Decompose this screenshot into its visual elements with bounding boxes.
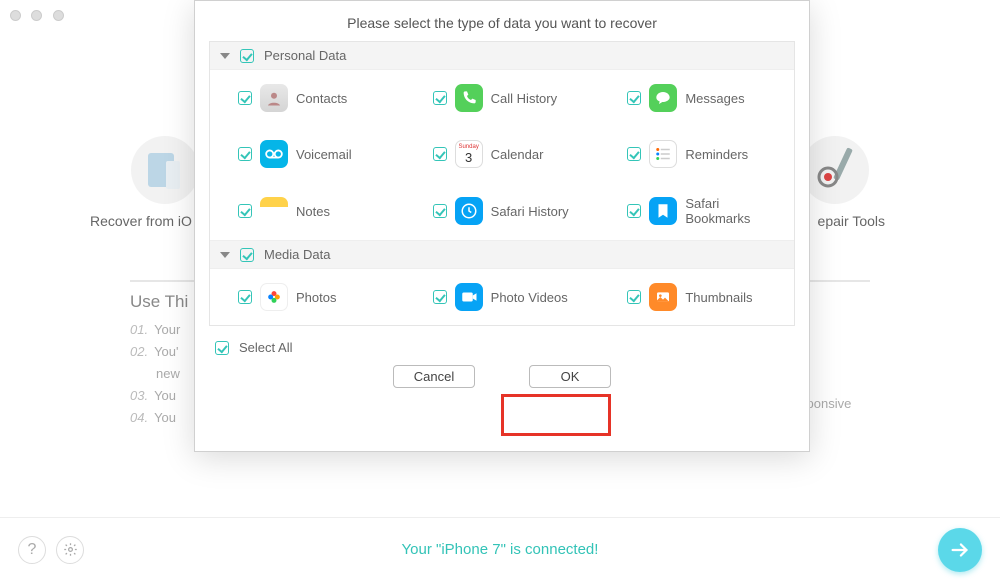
- messages-icon: [649, 84, 677, 112]
- contacts-icon: [260, 84, 288, 112]
- caret-down-icon[interactable]: [220, 252, 230, 258]
- photo-videos-icon: [455, 283, 483, 311]
- close-icon[interactable]: [10, 10, 21, 21]
- item-calendar[interactable]: Sunday3Calendar: [405, 126, 600, 182]
- checkbox-select-all[interactable]: [215, 341, 229, 355]
- data-type-panel: Personal Data Contacts Call History Mess…: [209, 41, 795, 326]
- tools-icon: [800, 135, 870, 205]
- safari-bookmarks-icon: [649, 197, 677, 225]
- photos-icon: [260, 283, 288, 311]
- device-icon: [130, 135, 200, 205]
- group-label: Personal Data: [264, 48, 346, 63]
- item-safari-history[interactable]: Safari History: [405, 182, 600, 240]
- group-header-personal[interactable]: Personal Data: [210, 42, 794, 70]
- mode-repair-label: epair Tools: [818, 213, 885, 229]
- checkbox[interactable]: [433, 147, 447, 161]
- status-bar: ? Your "iPhone 7" is connected!: [0, 517, 1000, 581]
- dialog-title: Please select the type of data you want …: [195, 1, 809, 41]
- checkbox[interactable]: [433, 290, 447, 304]
- voicemail-icon: [260, 140, 288, 168]
- item-notes[interactable]: Notes: [210, 182, 405, 240]
- checkbox[interactable]: [238, 147, 252, 161]
- item-call-history[interactable]: Call History: [405, 70, 600, 126]
- checkbox[interactable]: [627, 147, 641, 161]
- item-voicemail[interactable]: Voicemail: [210, 126, 405, 182]
- zoom-icon[interactable]: [53, 10, 64, 21]
- checkbox-personal[interactable]: [240, 49, 254, 63]
- item-photo-videos[interactable]: Photo Videos: [405, 269, 600, 325]
- mode-recover-label: Recover from iO: [90, 213, 192, 229]
- checkbox[interactable]: [238, 290, 252, 304]
- reminders-icon: [649, 140, 677, 168]
- checkbox[interactable]: [627, 91, 641, 105]
- group-header-media[interactable]: Media Data: [210, 240, 794, 269]
- item-messages[interactable]: Messages: [599, 70, 794, 126]
- calendar-icon: Sunday3: [455, 140, 483, 168]
- minimize-icon[interactable]: [31, 10, 42, 21]
- phone-icon: [455, 84, 483, 112]
- notes-icon: [260, 197, 288, 225]
- thumbnails-icon: [649, 283, 677, 311]
- next-button[interactable]: [938, 528, 982, 572]
- checkbox[interactable]: [433, 91, 447, 105]
- group-label: Media Data: [264, 247, 330, 262]
- settings-button[interactable]: [56, 536, 84, 564]
- checkbox[interactable]: [627, 290, 641, 304]
- safari-history-icon: [455, 197, 483, 225]
- caret-down-icon[interactable]: [220, 53, 230, 59]
- checkbox[interactable]: [433, 204, 447, 218]
- data-type-dialog: Please select the type of data you want …: [194, 0, 810, 452]
- connection-status: Your "iPhone 7" is connected!: [402, 541, 599, 558]
- item-photos[interactable]: Photos: [210, 269, 405, 325]
- cancel-button[interactable]: Cancel: [393, 365, 475, 388]
- checkbox-media[interactable]: [240, 248, 254, 262]
- help-button[interactable]: ?: [18, 536, 46, 564]
- checkbox[interactable]: [627, 204, 641, 218]
- item-thumbnails[interactable]: Thumbnails: [599, 269, 794, 325]
- checkbox[interactable]: [238, 91, 252, 105]
- item-contacts[interactable]: Contacts: [210, 70, 405, 126]
- item-safari-bookmarks[interactable]: Safari Bookmarks: [599, 182, 794, 240]
- checkbox[interactable]: [238, 204, 252, 218]
- item-reminders[interactable]: Reminders: [599, 126, 794, 182]
- select-all-label: Select All: [239, 340, 292, 355]
- ok-button[interactable]: OK: [529, 365, 611, 388]
